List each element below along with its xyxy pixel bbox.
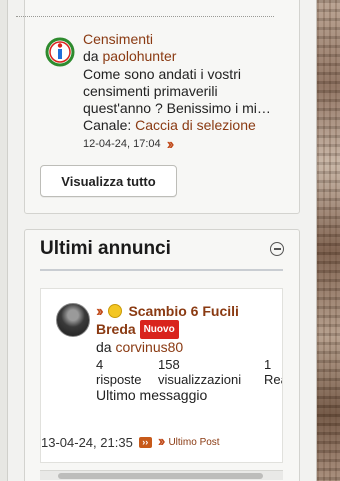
ad-title-link-cont[interactable]: Breda [96, 321, 136, 337]
post-timestamp: 12-04-24, 17:04 [83, 138, 161, 150]
avatar[interactable] [56, 303, 90, 337]
title-underline [40, 269, 283, 271]
excerpt-line: quest'anno ? Benissimo i mi… [83, 100, 271, 116]
replies-count: 4 [96, 357, 104, 372]
double-chevron-icon[interactable]: ›› [158, 433, 165, 451]
channel-prefix: Canale: [83, 117, 132, 133]
author-link[interactable]: corvinus80 [115, 339, 183, 355]
excerpt-line: Come sono andati i vostri [83, 66, 241, 82]
section-title: Ultimi annunci [40, 238, 171, 259]
scroll-thumb[interactable] [58, 473, 263, 479]
excerpt-line: censimenti primaverili [83, 83, 218, 99]
third-count: 1 [264, 357, 272, 372]
replies-label: risposte [96, 372, 142, 387]
double-chevron-icon: ›› [96, 303, 103, 320]
view-all-button[interactable]: Visualizza tutto [40, 165, 177, 197]
double-chevron-icon[interactable]: ›› [167, 136, 174, 153]
left-gutter [0, 0, 8, 481]
last-post-link[interactable]: Ultimo Post [168, 437, 219, 448]
new-badge: Nuovo [139, 320, 179, 339]
horizontal-scrollbar[interactable] [40, 470, 283, 480]
replies-stat: 4 risposte [96, 357, 142, 387]
ad-footer: 13-04-24, 21:35 ›› ›› Ultimo Post [41, 433, 282, 451]
post-excerpt: Come sono andati i vostri censimenti pri… [83, 66, 293, 117]
views-count: 158 [158, 357, 180, 372]
smiley-icon [107, 304, 122, 318]
views-label: visualizzazioni [158, 372, 242, 387]
mini-arrow-icon[interactable]: ›› [138, 436, 152, 448]
views-stat: 158 visualizzazioni [158, 357, 241, 387]
background-texture [316, 0, 340, 481]
collapse-minus-icon[interactable] [270, 242, 284, 256]
post-title-link[interactable]: Censimenti [83, 31, 293, 48]
census-logo-icon [45, 37, 75, 67]
by-prefix: da [83, 48, 99, 64]
last-timestamp: 13-04-24, 21:35 [41, 434, 133, 450]
last-message-label: Ultimo messaggio [96, 387, 208, 403]
third-label: Rea [264, 372, 282, 387]
dotted-divider [16, 16, 274, 17]
channel-link[interactable]: Caccia di selezione [135, 117, 256, 133]
ad-title-link[interactable]: Scambio 6 Fucili [128, 303, 238, 319]
third-stat: 1 Rea [264, 357, 282, 387]
post-meta: 12-04-24, 17:04 ›› [83, 136, 293, 153]
by-prefix: da [96, 339, 112, 355]
ad-card: ›› Scambio 6 Fucili Breda Nuovo da corvi… [40, 288, 283, 463]
ad-body: ›› Scambio 6 Fucili Breda Nuovo da corvi… [96, 303, 282, 356]
recent-post-item: Censimenti da paolohunter Come sono anda… [83, 31, 293, 153]
author-link[interactable]: paolohunter [102, 48, 176, 64]
